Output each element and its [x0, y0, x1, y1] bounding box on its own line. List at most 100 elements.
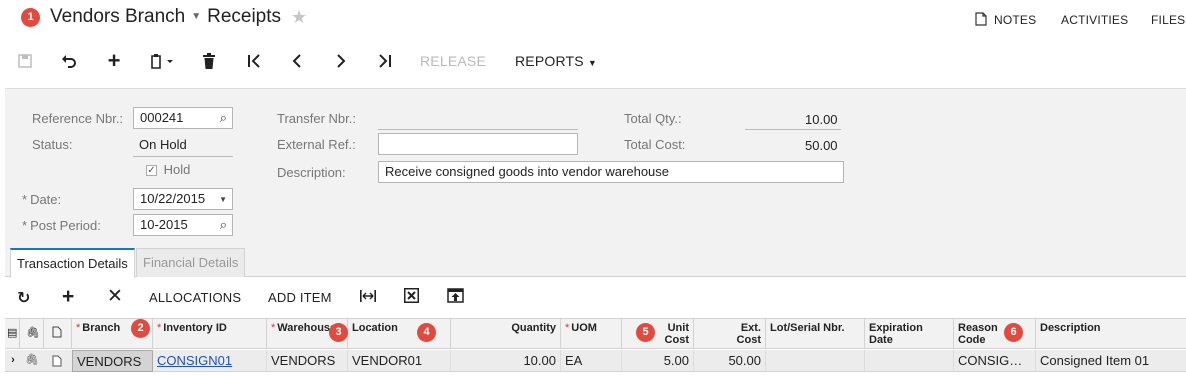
callout-badge-5: 5	[636, 323, 655, 342]
add-row-icon[interactable]: +	[62, 285, 74, 309]
column-expiration-date[interactable]: Expiration Date	[865, 319, 954, 349]
column-description[interactable]: Description	[1036, 319, 1186, 349]
total-cost-value: 50.00	[805, 138, 838, 153]
post-period-field[interactable]: 10-2015 ⌕	[133, 214, 233, 236]
description-label: Description:	[277, 165, 346, 180]
date-value: 10/22/2015	[140, 191, 206, 206]
undo-icon[interactable]	[58, 49, 80, 73]
callout-badge-3: 3	[329, 323, 348, 342]
cell-description[interactable]: Consigned Item 01	[1036, 350, 1186, 372]
export-excel-icon[interactable]	[404, 288, 419, 308]
grid-toolbar: ↻ + ✕ ALLOCATIONS ADD ITEM	[5, 282, 1186, 312]
total-qty-underline	[745, 129, 841, 130]
fit-columns-icon[interactable]	[360, 289, 376, 307]
note-icon	[44, 319, 72, 349]
cell-reason-code[interactable]: CONSIG…	[954, 350, 1036, 372]
cell-lot-serial-nbr[interactable]	[766, 350, 865, 372]
post-period-value: 10-2015	[140, 217, 188, 232]
column-ext-cost[interactable]: Ext. Cost	[694, 319, 766, 349]
add-icon[interactable]: +	[103, 49, 125, 73]
callout-badge-2: 2	[131, 319, 150, 338]
date-label: * Date:	[22, 192, 62, 207]
release-button[interactable]: RELEASE	[420, 53, 486, 69]
dropdown-arrow-icon[interactable]: ▼	[219, 190, 227, 209]
cell-branch[interactable]: VENDORS	[72, 350, 153, 372]
copy-paste-icon[interactable]	[145, 49, 181, 73]
cell-uom[interactable]: EA	[561, 350, 622, 372]
external-ref-field[interactable]	[378, 133, 578, 155]
search-icon[interactable]: ⌕	[220, 108, 227, 128]
column-lot-serial-nbr[interactable]: Lot/Serial Nbr.	[766, 319, 865, 349]
description-field[interactable]: Receive consigned goods into vendor ware…	[378, 161, 844, 183]
cell-inventory-id[interactable]: CONSIGN01	[153, 350, 267, 372]
page-header: 1 Vendors Branch ▼ Receipts ★ NOTES ACTIVI…	[0, 0, 1186, 40]
column-reason-code[interactable]: Reason Code	[954, 319, 1036, 349]
page-title: Vendors Branch ▼ Receipts	[50, 6, 281, 28]
table-row[interactable]: › 🖇 VENDORS CONSIGN01 VENDORS VENDOR01 1…	[5, 350, 1186, 372]
hold-checkbox[interactable]: ✓ Hold	[146, 162, 190, 177]
column-unit-cost[interactable]: Unit Cost	[622, 319, 694, 349]
status-underline	[133, 156, 233, 157]
favorite-star-icon[interactable]: ★	[291, 7, 307, 28]
total-cost-label: Total Cost:	[624, 137, 686, 152]
add-item-button[interactable]: ADD ITEM	[268, 290, 332, 305]
title-branch[interactable]: Vendors Branch	[50, 6, 185, 27]
caret-down-icon: ▼	[587, 58, 598, 68]
grid-settings-icon[interactable]: ▤	[5, 319, 20, 349]
reference-nbr-field[interactable]: 000241 ⌕	[133, 107, 233, 129]
activities-link[interactable]: ACTIVITIES	[1061, 13, 1128, 27]
reports-button[interactable]: REPORTS ▼	[515, 53, 597, 69]
cell-location[interactable]: VENDOR01	[348, 350, 451, 372]
receipt-form: Reference Nbr.: 000241 ⌕ Status: On Hold…	[5, 88, 1186, 248]
last-record-icon[interactable]	[374, 49, 396, 73]
main-toolbar: + RELEASE REPORTS ▼	[0, 45, 1186, 77]
title-screen: Receipts	[207, 6, 282, 27]
inventory-id-link[interactable]: CONSIGN01	[157, 353, 232, 368]
reference-nbr-value: 000241	[140, 110, 184, 125]
column-quantity[interactable]: Quantity	[451, 319, 561, 349]
allocations-button[interactable]: ALLOCATIONS	[149, 290, 241, 305]
delete-icon[interactable]	[198, 49, 220, 73]
files-link[interactable]: FILES	[1151, 13, 1185, 27]
document-icon	[975, 12, 987, 26]
checkbox-check-icon: ✓	[146, 165, 157, 177]
transfer-nbr-underline	[378, 129, 578, 130]
reports-label: REPORTS	[515, 53, 584, 69]
external-ref-label: External Ref.:	[277, 137, 356, 152]
callout-badge-1: 1	[21, 8, 40, 27]
callout-badge-6: 6	[1004, 323, 1023, 342]
reference-nbr-label: Reference Nbr.:	[32, 111, 124, 126]
status-value: On Hold	[139, 137, 187, 152]
column-inventory-id[interactable]: * Inventory ID	[153, 319, 267, 349]
upload-icon[interactable]	[447, 287, 464, 308]
date-field[interactable]: 10/22/2015 ▼	[133, 188, 233, 210]
cell-unit-cost[interactable]: 5.00	[622, 350, 694, 372]
total-qty-value: 10.00	[805, 112, 838, 127]
status-label: Status:	[32, 137, 73, 152]
save-icon[interactable]	[14, 49, 36, 73]
row-attachment-icon[interactable]: 🖇	[22, 350, 42, 371]
cell-quantity[interactable]: 10.00	[451, 350, 561, 372]
tab-financial-details[interactable]: Financial Details	[136, 248, 246, 277]
tab-transaction-details[interactable]: Transaction Details	[10, 248, 135, 278]
cell-ext-cost[interactable]: 50.00	[694, 350, 766, 372]
column-uom[interactable]: * UOM	[561, 319, 622, 349]
hold-label: Hold	[163, 162, 191, 177]
delete-row-icon[interactable]: ✕	[107, 285, 123, 308]
row-selector-arrow-icon[interactable]: ›	[8, 350, 18, 371]
post-period-label: * Post Period:	[22, 218, 101, 233]
description-value: Receive consigned goods into vendor ware…	[385, 164, 670, 179]
search-icon[interactable]: ⌕	[220, 215, 227, 235]
chevron-down-icon[interactable]: ▼	[191, 11, 201, 22]
first-record-icon[interactable]	[243, 49, 265, 73]
transfer-nbr-label: Transfer Nbr.:	[277, 111, 356, 126]
callout-badge-4: 4	[417, 323, 436, 342]
cell-expiration-date[interactable]	[865, 350, 954, 372]
row-note-icon[interactable]	[44, 350, 70, 374]
attachment-icon: 🖇	[20, 319, 44, 349]
cell-warehouse[interactable]: VENDORS	[267, 350, 348, 372]
refresh-icon[interactable]: ↻	[17, 288, 30, 308]
detail-tabs: Transaction Details Financial Details	[5, 248, 1186, 278]
previous-record-icon[interactable]	[286, 49, 308, 73]
next-record-icon[interactable]	[330, 49, 352, 73]
